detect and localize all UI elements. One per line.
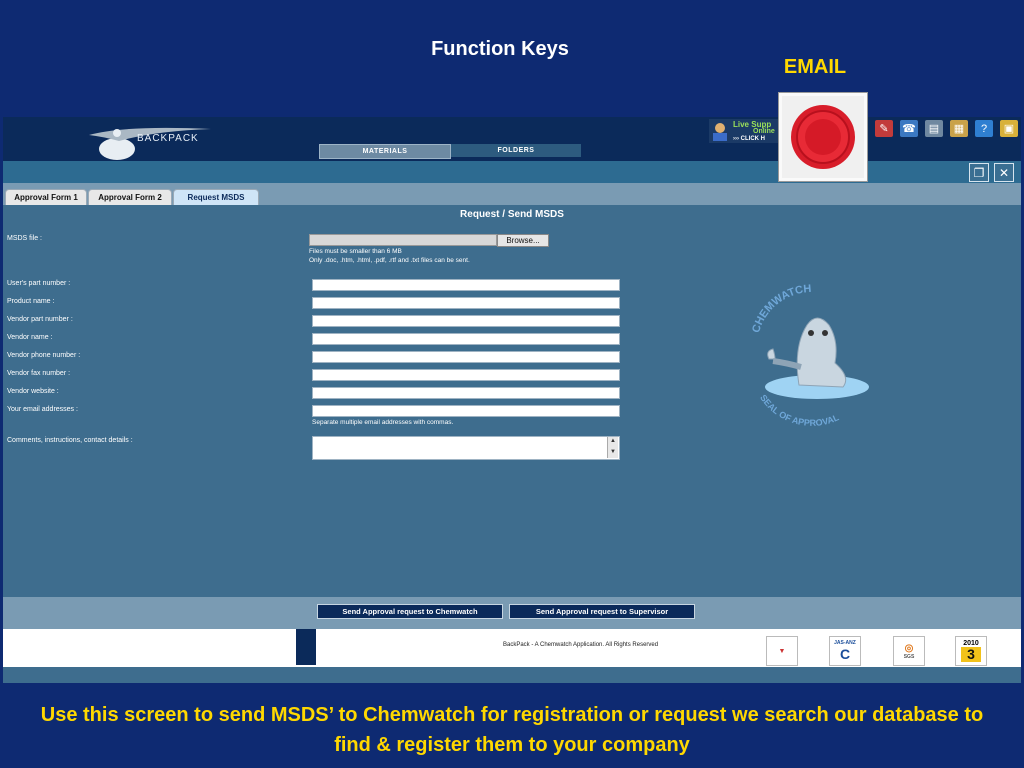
field-label-vendor-part-number: Vendor part number : <box>7 316 73 323</box>
browse-button[interactable]: Browse... <box>497 234 549 247</box>
comments-scrollbar[interactable]: ▲ ▼ <box>607 437 618 458</box>
email-seal-icon[interactable] <box>778 92 868 182</box>
copyright-text: BackPack - A Chemwatch Application. All … <box>503 642 659 648</box>
pdf-tool-icon[interactable]: ✎ <box>875 120 893 137</box>
folder-tool-icon[interactable]: ▣ <box>1000 120 1018 137</box>
vendor-website-input[interactable] <box>312 387 620 399</box>
email-addresses-input[interactable] <box>312 405 620 417</box>
seal-mascot-icon: CHEMWATCH SEAL OF APPROVAL <box>750 283 869 427</box>
document-tool-icon[interactable]: ▦ <box>950 120 968 137</box>
field-label-vendor-fax: Vendor fax number : <box>7 370 71 377</box>
field-label-product-name: Product name : <box>7 298 55 305</box>
field-label-vendor-website: Vendor website : <box>7 388 59 395</box>
list-tool-icon[interactable]: ▤ <box>925 120 943 137</box>
footer-sidebar <box>296 629 316 665</box>
field-label-vendor-name: Vendor name : <box>7 334 53 341</box>
scroll-down-icon[interactable]: ▼ <box>609 448 617 457</box>
field-label-users-part-number: User's part number : <box>7 280 71 287</box>
field-label-vendor-phone: Vendor phone number : <box>7 352 81 359</box>
app-header: BACKPACK MATERIALS FOLDERS Live Supp Onl… <box>3 117 1021 161</box>
vendor-name-input[interactable] <box>312 333 620 345</box>
app-window: BACKPACK MATERIALS FOLDERS Live Supp Onl… <box>3 117 1021 683</box>
email-hint: Separate multiple email addresses with c… <box>312 419 454 426</box>
comments-label: Comments, instructions, contact details … <box>7 437 133 444</box>
live-support-avatar-icon <box>713 123 727 141</box>
comments-textarea[interactable] <box>312 436 620 460</box>
restore-icon[interactable]: ❐ <box>969 163 989 182</box>
vendor-phone-input[interactable] <box>312 351 620 363</box>
live-support-status: Online <box>753 128 775 135</box>
logo-text: BACKPACK <box>137 133 199 144</box>
form-title: Request / Send MSDS <box>460 209 564 220</box>
tab-request-msds[interactable]: Request MSDS <box>173 189 259 205</box>
product-name-input[interactable] <box>312 297 620 309</box>
footer <box>3 629 1021 667</box>
send-to-chemwatch-button[interactable]: Send Approval request to Chemwatch <box>317 604 503 619</box>
jas-anz-badge-icon: JAS-ANZ C <box>829 636 861 666</box>
file-size-hint: Files must be smaller than 6 MB <box>309 248 402 255</box>
field-label-email-addresses: Your email addresses : <box>7 406 78 413</box>
sgs-text: SGS <box>903 653 915 660</box>
phone-tool-icon[interactable]: ☎ <box>900 120 918 137</box>
wax-seal-icon <box>791 105 855 169</box>
tab-materials[interactable]: MATERIALS <box>319 144 451 159</box>
msds-file-label: MSDS file : <box>7 235 43 242</box>
tab-folders[interactable]: FOLDERS <box>451 144 581 157</box>
live-support-click: ››› CLICK H <box>733 136 765 142</box>
send-to-supervisor-button[interactable]: Send Approval request to Supervisor <box>509 604 695 619</box>
award-number: 3 <box>961 647 981 662</box>
vendor-fax-input[interactable] <box>312 369 620 381</box>
seal-top-text: CHEMWATCH <box>750 283 812 334</box>
msds-file-input[interactable] <box>309 234 497 246</box>
svg-text:CHEMWATCH: CHEMWATCH <box>750 283 812 334</box>
file-type-hint: Only .doc, .htm, .html, .pdf, .rtf and .… <box>309 257 470 264</box>
vendor-part-number-input[interactable] <box>312 315 620 327</box>
window-bar <box>3 161 1021 183</box>
help-icon[interactable]: ? <box>975 120 993 137</box>
certification-badge-icon: ▼ <box>766 636 798 666</box>
slide-caption: Use this screen to send MSDS’ to Chemwat… <box>40 704 984 756</box>
close-icon[interactable]: ✕ <box>994 163 1014 182</box>
sgs-badge-icon: ◎ SGS <box>893 636 925 666</box>
award-2010-badge: 2010 3 <box>955 636 987 666</box>
users-part-number-input[interactable] <box>312 279 620 291</box>
tab-approval-form-2[interactable]: Approval Form 2 <box>88 189 172 205</box>
email-label: EMAIL <box>783 56 847 78</box>
scroll-up-icon[interactable]: ▲ <box>609 437 617 446</box>
tab-approval-form-1[interactable]: Approval Form 1 <box>5 189 87 205</box>
